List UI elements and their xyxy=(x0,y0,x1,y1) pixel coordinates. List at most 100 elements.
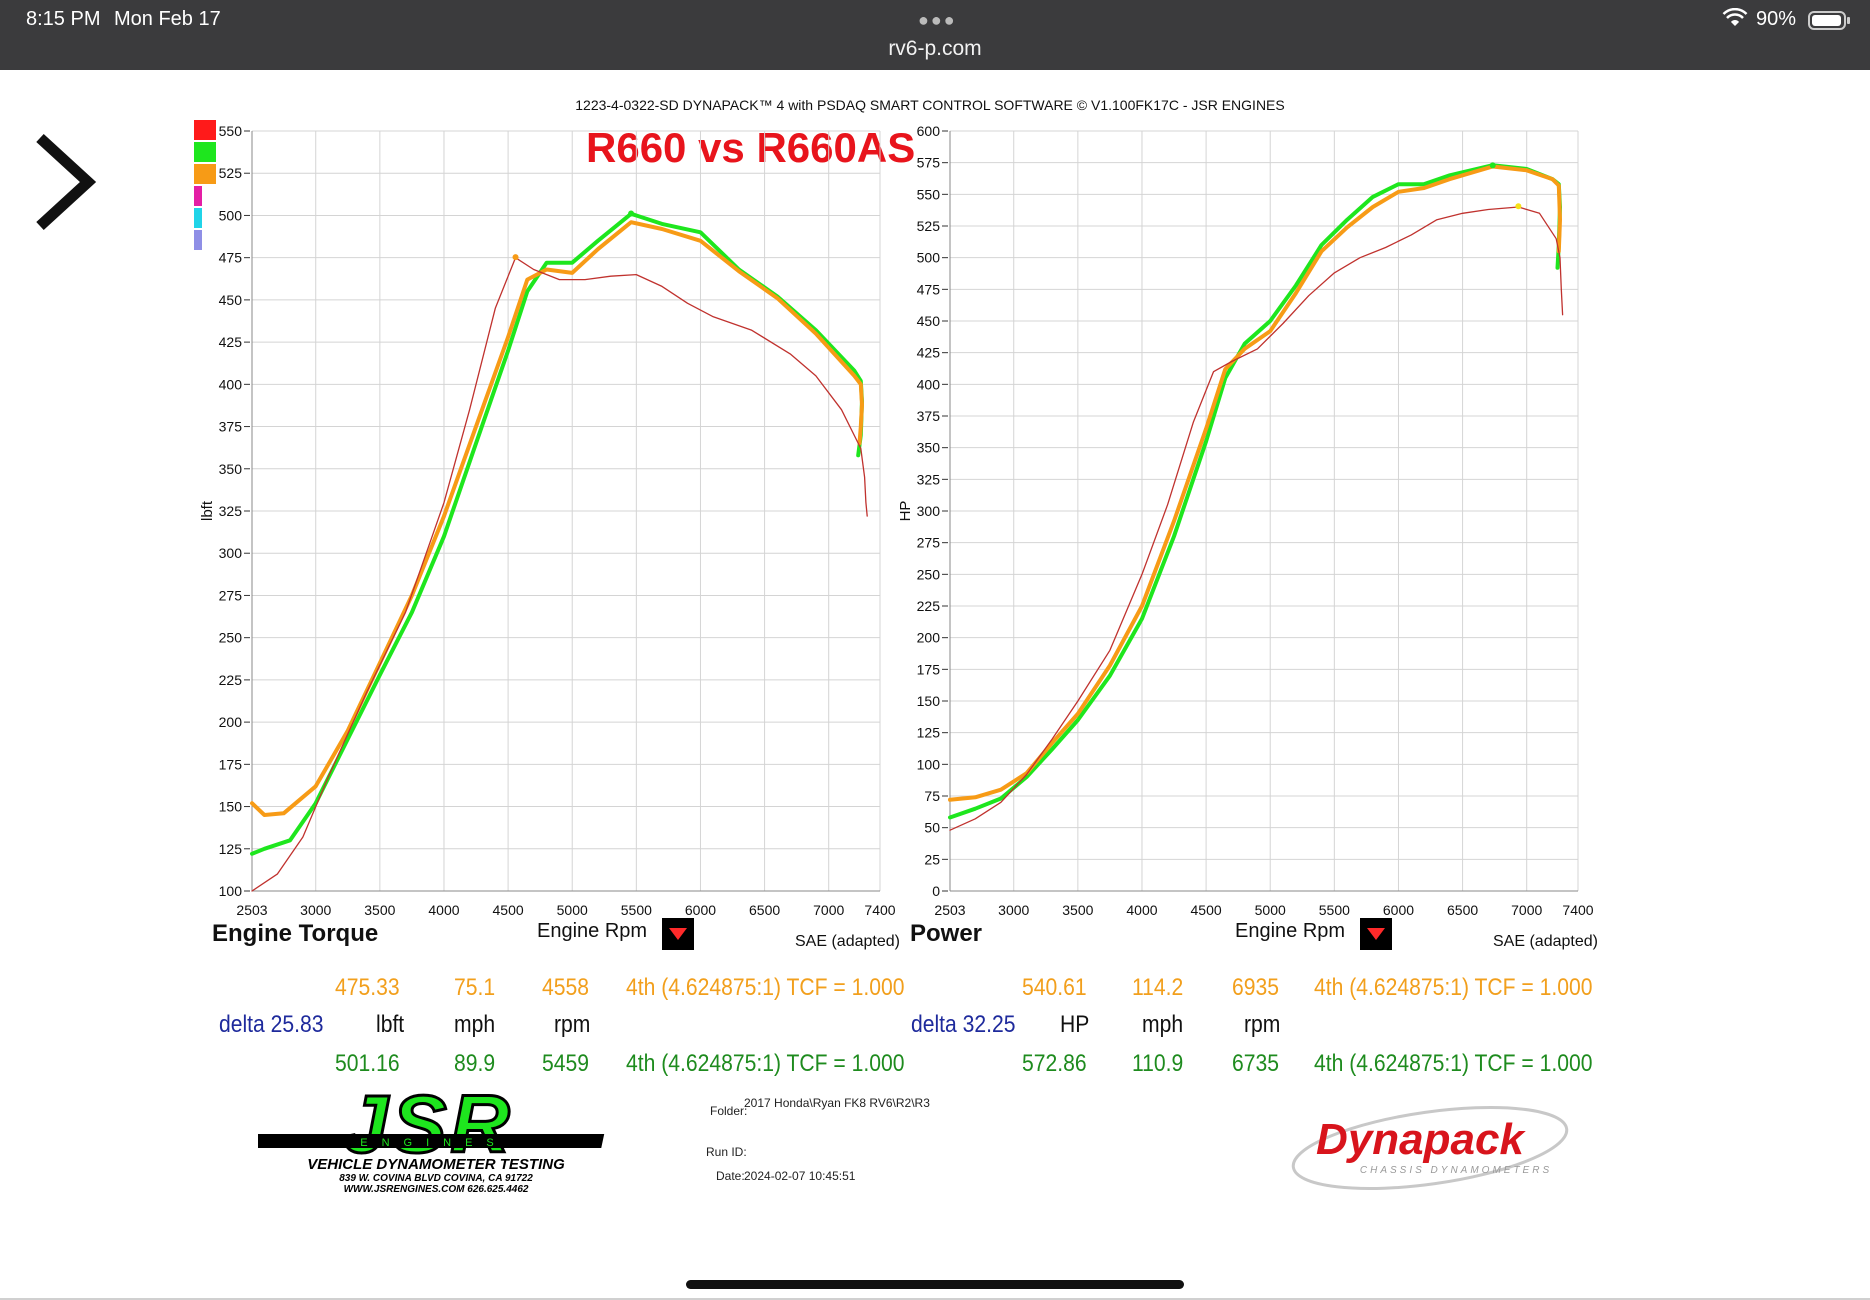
power-readout-gear-2: 4th (4.624875:1) TCF = 1.000 xyxy=(1314,1050,1593,1077)
software-line: 1223-4-0322-SD DYNAPACK™ 4 with PSDAQ SM… xyxy=(575,97,1285,113)
torque-series-line-2 xyxy=(251,257,868,892)
power-rpm-unit: rpm xyxy=(1244,1011,1281,1038)
torque-cursor-point-0 xyxy=(512,254,519,261)
dynapack-logo: Dynapack CHASSIS DYNAMOMETERS xyxy=(1270,1096,1570,1205)
power-series-line-2 xyxy=(949,206,1564,831)
torque-series-line-1 xyxy=(250,220,864,817)
torque-ytick-label: 350 xyxy=(219,461,243,477)
power-ytick-label: 75 xyxy=(924,788,940,804)
power-ytick-label: 475 xyxy=(917,281,941,297)
torque-xtick-label: 3000 xyxy=(300,902,331,918)
power-ytick-label: 0 xyxy=(932,883,940,899)
home-indicator[interactable] xyxy=(686,1280,1184,1289)
status-date: Mon Feb 17 xyxy=(114,8,221,30)
dynapack-logo-sub: CHASSIS DYNAMOMETERS xyxy=(1360,1165,1552,1176)
torque-speed-unit: mph xyxy=(454,1011,496,1038)
torque-rpm-unit: rpm xyxy=(554,1011,591,1038)
power-ytick-label: 375 xyxy=(917,408,941,424)
torque-series-line-0 xyxy=(250,211,864,856)
wifi-icon xyxy=(1722,7,1748,33)
torque-readout-value-2: 501.16 xyxy=(335,1050,400,1077)
power-xlabel: Engine Rpm xyxy=(1235,920,1346,942)
power-ytick-label: 450 xyxy=(917,313,941,329)
chevron-right-icon[interactable] xyxy=(30,130,100,245)
torque-readout-rpm-2: 5459 xyxy=(542,1050,589,1077)
power-delta: delta 32.25 xyxy=(911,1011,1016,1038)
torque-xlabel: Engine Rpm xyxy=(537,920,648,942)
date-label: Date: xyxy=(716,1169,745,1183)
power-series-line-1 xyxy=(948,164,1562,802)
url-bar[interactable]: rv6-p.com xyxy=(0,37,1870,61)
power-readout-speed-2: 110.9 xyxy=(1132,1050,1184,1077)
power-ytick-label: 325 xyxy=(917,471,941,487)
power-xtick-label: 2503 xyxy=(934,902,965,918)
torque-ytick-label: 200 xyxy=(219,714,243,730)
power-xtick-label: 4000 xyxy=(1126,902,1157,918)
status-time: 8:15 PM xyxy=(26,8,101,30)
power-unit: HP xyxy=(1060,1011,1090,1038)
torque-ytick-label: 425 xyxy=(219,334,243,350)
torque-readout-speed-2: 89.9 xyxy=(454,1050,496,1077)
torque-delta: delta 25.83 xyxy=(219,1011,324,1038)
torque-ylabel: lbft xyxy=(199,500,216,521)
torque-xtick-label: 6000 xyxy=(685,902,716,918)
torque-ytick-label: 450 xyxy=(219,292,243,308)
power-panel-title: Power xyxy=(910,920,983,947)
date-value: 2024-02-07 10:45:51 xyxy=(744,1169,856,1183)
power-xtick-label: 3500 xyxy=(1062,902,1093,918)
battery-icon xyxy=(1808,10,1852,37)
power-readout-value-1: 540.61 xyxy=(1022,974,1087,1001)
torque-readout-gear-2: 4th (4.624875:1) TCF = 1.000 xyxy=(626,1050,905,1077)
power-xtick-label: 7400 xyxy=(1562,902,1593,918)
torque-readout-rpm-1: 4558 xyxy=(542,974,589,1001)
power-readout-gear-1: 4th (4.624875:1) TCF = 1.000 xyxy=(1314,974,1593,1001)
torque-ytick-label: 475 xyxy=(219,250,243,266)
power-xtick-label: 4500 xyxy=(1191,902,1222,918)
torque-xtick-label: 4500 xyxy=(493,902,524,918)
torque-xtick-label: 6500 xyxy=(749,902,780,918)
torque-readout-gear-1: 4th (4.624875:1) TCF = 1.000 xyxy=(626,974,905,1001)
power-ytick-label: 350 xyxy=(917,440,941,456)
power-ytick-label: 125 xyxy=(917,725,941,741)
power-cursor-point-1 xyxy=(1489,162,1496,169)
power-speed-unit: mph xyxy=(1142,1011,1184,1038)
legend-swatch xyxy=(194,142,216,162)
torque-ytick-label: 250 xyxy=(219,630,243,646)
torque-axis-dropdown[interactable] xyxy=(662,918,694,950)
legend xyxy=(194,120,216,252)
torque-ytick-label: 500 xyxy=(219,207,243,223)
legend-swatch xyxy=(194,120,216,140)
torque-unit: lbft xyxy=(376,1011,405,1038)
power-ytick-label: 600 xyxy=(917,123,941,139)
power-ytick-label: 100 xyxy=(917,756,941,772)
power-ytick-label: 275 xyxy=(917,535,941,551)
power-series-line-0 xyxy=(948,163,1562,820)
torque-scale-label: SAE (adapted) xyxy=(795,933,900,950)
power-xtick-label: 3000 xyxy=(998,902,1029,918)
torque-ytick-label: 225 xyxy=(219,672,243,688)
power-ytick-label: 425 xyxy=(917,345,941,361)
torque-xtick-label: 4000 xyxy=(428,902,459,918)
torque-ytick-label: 525 xyxy=(219,165,243,181)
torque-ytick-label: 375 xyxy=(219,419,243,435)
torque-xtick-label: 7000 xyxy=(813,902,844,918)
torque-ytick-label: 175 xyxy=(219,756,243,772)
power-xtick-label: 7000 xyxy=(1511,902,1542,918)
torque-ytick-label: 275 xyxy=(219,587,243,603)
torque-ytick-label: 550 xyxy=(219,123,243,139)
dynapack-logo-word: Dynapack xyxy=(1316,1115,1526,1164)
power-readout-speed-1: 114.2 xyxy=(1132,974,1184,1001)
power-readout-value-2: 572.86 xyxy=(1022,1050,1087,1077)
legend-swatch xyxy=(194,208,202,228)
torque-ytick-label: 125 xyxy=(219,841,243,857)
torque-panel-title: Engine Torque xyxy=(212,920,379,947)
torque-ytick-label: 150 xyxy=(219,799,243,815)
folder-label: Folder: xyxy=(710,1104,748,1118)
more-dots-icon[interactable]: ●●● xyxy=(918,10,957,31)
power-axis-dropdown[interactable] xyxy=(1360,918,1392,950)
power-xtick-label: 6500 xyxy=(1447,902,1478,918)
power-ylabel: HP xyxy=(897,501,914,522)
folder-path: 2017 Honda\Ryan FK8 RV6\R2\R3 xyxy=(744,1096,930,1110)
jsr-logo-tagline: VEHICLE DYNAMOMETER TESTING xyxy=(307,1156,565,1173)
status-bar: 8:15 PM Mon Feb 17 ●●● rv6-p.com 90% xyxy=(0,0,1870,70)
